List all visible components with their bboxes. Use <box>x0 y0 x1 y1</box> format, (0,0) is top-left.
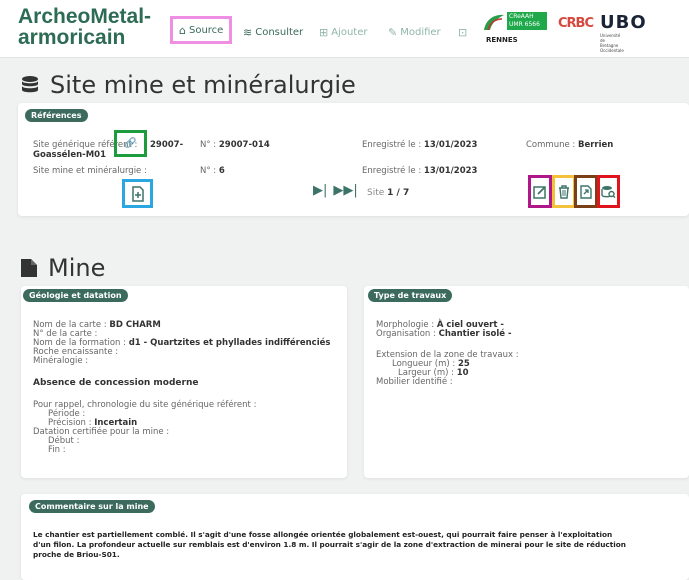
site-section-title: Site mine et minéralurgie <box>20 71 356 99</box>
file-export-icon <box>580 184 592 199</box>
ubo-logo: UBO <box>600 12 647 33</box>
database-search-icon <box>601 185 616 198</box>
add-file-button[interactable] <box>125 182 150 205</box>
comment-line-1: Le chantier est partiellement comblé. Il… <box>33 530 613 539</box>
next-page-icon[interactable]: ▶| <box>313 183 327 198</box>
delete-button[interactable] <box>555 178 573 205</box>
site-counter-label: Site <box>367 188 385 198</box>
nav-modifier-label: Modifier <box>400 26 441 38</box>
mine-num-field: N° : 6 <box>200 166 225 176</box>
commune-value: Berrien <box>577 140 614 150</box>
add-file-icon <box>131 185 144 202</box>
nav-ajouter-label: Ajouter <box>331 26 368 38</box>
pager: ▶| ▶▶| <box>313 183 358 198</box>
site-date-label: Enregistré le : <box>362 140 422 150</box>
database-icon <box>22 76 38 93</box>
rennes-logo: RENNES <box>486 36 518 44</box>
fin-label: Fin : <box>48 445 66 455</box>
edit-icon: ✎ <box>388 25 398 39</box>
organisation-label: Organisation : <box>376 329 436 339</box>
mine-section-title: Mine <box>20 254 105 282</box>
site-title-text: Site mine et minéralurgie <box>50 71 356 99</box>
mobilier-label: Mobilier identifié : <box>376 377 453 387</box>
file-icon <box>21 259 37 277</box>
edit-button[interactable] <box>531 178 549 205</box>
mine-num-value: 6 <box>218 166 225 176</box>
comment-line-3: proche de Briou-S01. <box>33 550 120 559</box>
mine-num-label: N° : <box>200 166 217 176</box>
comment-badge: Commentaire sur la mine <box>29 500 155 513</box>
site-date-value: 13/01/2023 <box>423 140 478 150</box>
site-num-value: 29007-014 <box>218 140 270 150</box>
geology-badge: Géologie et datation <box>23 289 128 302</box>
commune-label: Commune : <box>526 140 576 150</box>
search-db-button[interactable] <box>600 178 617 205</box>
mine-title-text: Mine <box>48 254 106 282</box>
site-counter: Site 1 / 7 <box>367 188 409 198</box>
site-date-field: Enregistré le : 13/01/2023 <box>362 140 477 150</box>
nav-source[interactable]: ⌂ Source <box>170 16 233 44</box>
map-name-value: BD CHARM <box>109 320 161 330</box>
works-badge: Type de travaux <box>368 289 453 302</box>
ubo-logo-subtitle: Université de Bretagne Occidentale <box>600 33 624 53</box>
brand-logo[interactable]: ArcheoMetal- armoricain <box>18 6 168 48</box>
mine-date-field: Enregistré le : 13/01/2023 <box>362 166 477 176</box>
brand-line-1: ArcheoMetal- <box>18 5 152 28</box>
mine-date-value: 13/01/2023 <box>423 166 478 176</box>
export-icon: ⊡ <box>458 25 468 39</box>
add-file-icon: ⊞ <box>319 25 329 39</box>
trash-icon <box>559 184 569 199</box>
nav-modifier[interactable]: ✎ Modifier <box>388 20 441 44</box>
export-button[interactable] <box>577 178 595 205</box>
width-value: 10 <box>456 368 469 378</box>
site-num-field: N° : 29007-014 <box>200 140 270 150</box>
references-badge: Références <box>25 109 88 122</box>
database-icon: ≋ <box>243 25 253 39</box>
top-navbar: ArcheoMetal- armoricain ⌂ Source ≋ Consu… <box>0 0 689 58</box>
comment-line-2: d'un filon. La profondeur actuelle sur r… <box>33 540 626 549</box>
generic-site-value-b[interactable]: Goassélen-M01 <box>33 150 106 160</box>
nav-source-label: Source <box>188 24 224 36</box>
mine-site-label: Site mine et minéralurgie : <box>33 166 147 176</box>
nav-export[interactable]: ⊡ <box>458 20 467 44</box>
site-counter-value: 1 / 7 <box>387 188 410 198</box>
commune-field: Commune : Berrien <box>526 140 613 150</box>
creaah-leaf-logo <box>484 14 504 31</box>
concession-text: Absence de concession moderne <box>33 378 199 388</box>
nav-consulter-label: Consulter <box>255 26 304 38</box>
link-icon[interactable]: 🔗 <box>117 133 144 154</box>
organisation-value: Chantier isolé - <box>438 329 512 339</box>
mineralogie-label: Minéralogie : <box>33 356 89 366</box>
generic-site-value-a[interactable]: 29007- <box>150 140 183 150</box>
edit-icon <box>533 185 546 199</box>
formation-value: d1 - Quartzites et phyllades indifférenc… <box>128 338 331 348</box>
nav-ajouter[interactable]: ⊞ Ajouter <box>319 20 367 44</box>
creaah-logo: CReAAH UMR 6566 <box>507 12 547 30</box>
crbc-logo: CRBC <box>558 16 594 31</box>
site-num-label: N° : <box>200 140 217 150</box>
last-page-icon[interactable]: ▶▶| <box>333 183 357 198</box>
nav-consulter[interactable]: ≋ Consulter <box>243 20 303 44</box>
organisation-field: Organisation : Chantier isolé - <box>376 329 512 339</box>
home-icon: ⌂ <box>179 23 186 37</box>
brand-line-2: armoricain <box>18 26 126 49</box>
mine-date-label: Enregistré le : <box>362 166 422 176</box>
